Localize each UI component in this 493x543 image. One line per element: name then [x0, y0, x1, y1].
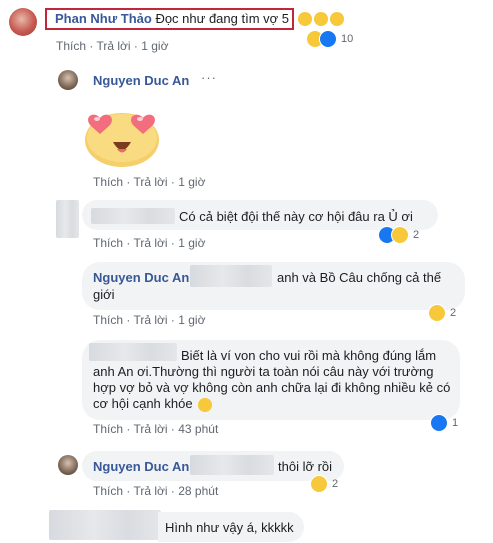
reply-link[interactable]: Trả lời: [133, 422, 167, 436]
reaction-summary[interactable]: 1: [430, 414, 458, 432]
haha-reaction-icon: [310, 475, 328, 493]
timestamp[interactable]: 1 giờ: [178, 175, 205, 189]
comment-text: Có cả biệt đội thế này cơ hội đâu ra Ủ ơ…: [179, 209, 413, 224]
comment-body: Phan Như Thảo Đọc như đang tìm vợ 5: [55, 11, 289, 26]
heart-eyes-face-icon: [85, 113, 159, 167]
avatar[interactable]: [9, 8, 37, 36]
more-options-icon[interactable]: ···: [201, 70, 217, 85]
commenter-name[interactable]: Nguyen Duc An: [93, 270, 189, 285]
redacted-name: [91, 208, 175, 224]
redacted-name: [190, 455, 274, 475]
avatar[interactable]: [58, 70, 78, 90]
reply-link[interactable]: Trả lời: [133, 175, 167, 189]
like-reaction-icon: [430, 414, 448, 432]
commenter-name[interactable]: Nguyen Duc An: [93, 459, 189, 474]
commenter-name[interactable]: Nguyen Duc An: [93, 73, 189, 88]
heart-eyes-sticker: [83, 108, 161, 168]
comment-text: Đọc như đang tìm vợ 5: [155, 11, 290, 26]
thinking-emoji-icon: [330, 11, 344, 26]
reaction-count: 2: [450, 307, 457, 319]
comment-actions: Thích · Trả lời · 1 giờ: [93, 236, 206, 250]
like-link[interactable]: Thích: [93, 175, 123, 189]
reaction-count: 1: [452, 417, 459, 429]
comment-text: hợp vợ bỏ và vợ không còn anh chữa lại đ…: [93, 380, 451, 395]
timestamp[interactable]: 28 phút: [178, 484, 218, 498]
comment-actions: Thích · Trả lời · 1 giờ: [93, 313, 206, 327]
redacted-name: [89, 343, 177, 361]
reaction-summary[interactable]: 2: [428, 304, 456, 322]
commenter-name[interactable]: Phan Như Thảo: [55, 11, 152, 26]
reply-link[interactable]: Trả lời: [133, 236, 167, 250]
comment-text: anh An ơi.Thường thì người ta toàn nói c…: [93, 364, 434, 379]
timestamp[interactable]: 43 phút: [178, 422, 218, 436]
like-link[interactable]: Thích: [93, 422, 123, 436]
comment-text: thôi lỡ rồi: [278, 459, 333, 474]
like-link[interactable]: Thích: [93, 313, 123, 327]
reply-link[interactable]: Trả lời: [96, 39, 130, 53]
reaction-count: 2: [413, 229, 420, 241]
heart-eyes-emoji-icon: [198, 397, 213, 412]
avatar[interactable]: [58, 455, 78, 475]
comment-actions: Thích · Trả lời · 1 giờ: [56, 39, 169, 53]
reply-link[interactable]: Trả lời: [133, 484, 167, 498]
comment-text: Hình như vậy á, kkkkk: [165, 520, 294, 535]
comment-text-end: cơ hội cạnh khóe: [93, 396, 193, 411]
comment-actions: Thích · Trả lời · 43 phút: [93, 422, 219, 436]
comment-text: anh và Bồ Câu chống cả thế: [277, 270, 442, 285]
thinking-emoji-icon: [314, 11, 328, 26]
avatar[interactable]: [56, 200, 79, 238]
reaction-count: 10: [341, 33, 354, 45]
like-link[interactable]: Thích: [93, 236, 123, 250]
haha-reaction-icon: [428, 304, 446, 322]
like-link[interactable]: Thích: [56, 39, 86, 53]
comment-actions: Thích · Trả lời · 1 giờ: [93, 175, 206, 189]
like-reaction-icon: [319, 30, 337, 48]
thinking-emoji-group: [296, 10, 344, 28]
reaction-summary[interactable]: 2: [378, 226, 419, 244]
reaction-count: 2: [332, 478, 339, 490]
comment-text: cơ hội cạnh khóe: [93, 396, 213, 412]
comment-text: giới: [93, 287, 115, 302]
like-link[interactable]: Thích: [93, 484, 123, 498]
reply-link[interactable]: Trả lời: [133, 313, 167, 327]
reaction-summary[interactable]: 2: [310, 475, 338, 493]
haha-reaction-icon: [391, 226, 409, 244]
thinking-emoji-icon: [298, 11, 312, 26]
timestamp[interactable]: 1 giờ: [178, 313, 205, 327]
reaction-summary[interactable]: 10: [306, 30, 353, 48]
timestamp[interactable]: 1 giờ: [141, 39, 168, 53]
comment-text: Biết là ví von cho vui rồi mà không đúng…: [181, 348, 437, 363]
timestamp[interactable]: 1 giờ: [178, 236, 205, 250]
redacted-avatar-and-name: [49, 510, 161, 540]
comment-actions: Thích · Trả lời · 28 phút: [93, 484, 219, 498]
redacted-name: [190, 265, 272, 287]
